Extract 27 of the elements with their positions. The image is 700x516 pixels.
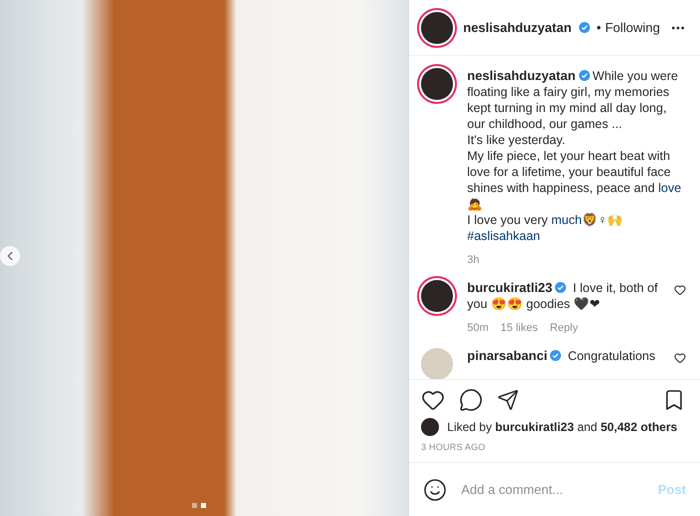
username-link[interactable]: burcukiratli23	[467, 280, 552, 295]
like-icon[interactable]	[421, 388, 446, 412]
comment-text: pinarsabanci Congratulations	[467, 348, 656, 364]
avatar[interactable]	[421, 12, 454, 44]
emoji-icon[interactable]	[423, 478, 448, 502]
caption-text: neslisahduzyatan While you were floating like a fairy girl, my memories kept turning in my mind all day long, our childhood, our games ... It's like yesterday. My life piece, let your heart beat with love for a lifetime, your beautiful face shines with happiness, peace and love 🙇 I love you very much🦁♀🙌 #aslisahkaan	[467, 68, 682, 244]
following-link[interactable]: Following	[605, 20, 660, 35]
hashtag-link[interactable]: love	[658, 181, 682, 195]
share-icon[interactable]	[497, 389, 520, 411]
comment-icon[interactable]	[459, 388, 484, 412]
previous-button[interactable]	[0, 246, 20, 266]
username-link[interactable]: neslisahduzyatan	[467, 68, 576, 83]
hashtag-link[interactable]: much	[551, 213, 582, 227]
avatar[interactable]	[421, 68, 454, 100]
like-comment-icon[interactable]	[674, 284, 686, 296]
username-link[interactable]: pinarsabanci	[467, 348, 548, 363]
comment-time: 50m	[467, 322, 489, 334]
post-timestamp: 3 HOURS AGO	[421, 442, 486, 454]
comment-text: burcukiratli23 I love it, both of you 😍😍 goodies 🖤❤	[467, 280, 659, 312]
hashtag-link[interactable]: #aslisahkaan	[467, 229, 540, 243]
username-link[interactable]: neslisahduzyatan	[463, 20, 572, 35]
avatar[interactable]	[421, 280, 454, 312]
liked-by-text: Liked by burcukiratli23 and 50,482 others	[447, 420, 678, 434]
avatar[interactable]	[421, 418, 440, 436]
separator-dot: •	[596, 20, 602, 35]
post-time: 3h	[467, 254, 480, 266]
like-comment-icon[interactable]	[674, 352, 686, 364]
